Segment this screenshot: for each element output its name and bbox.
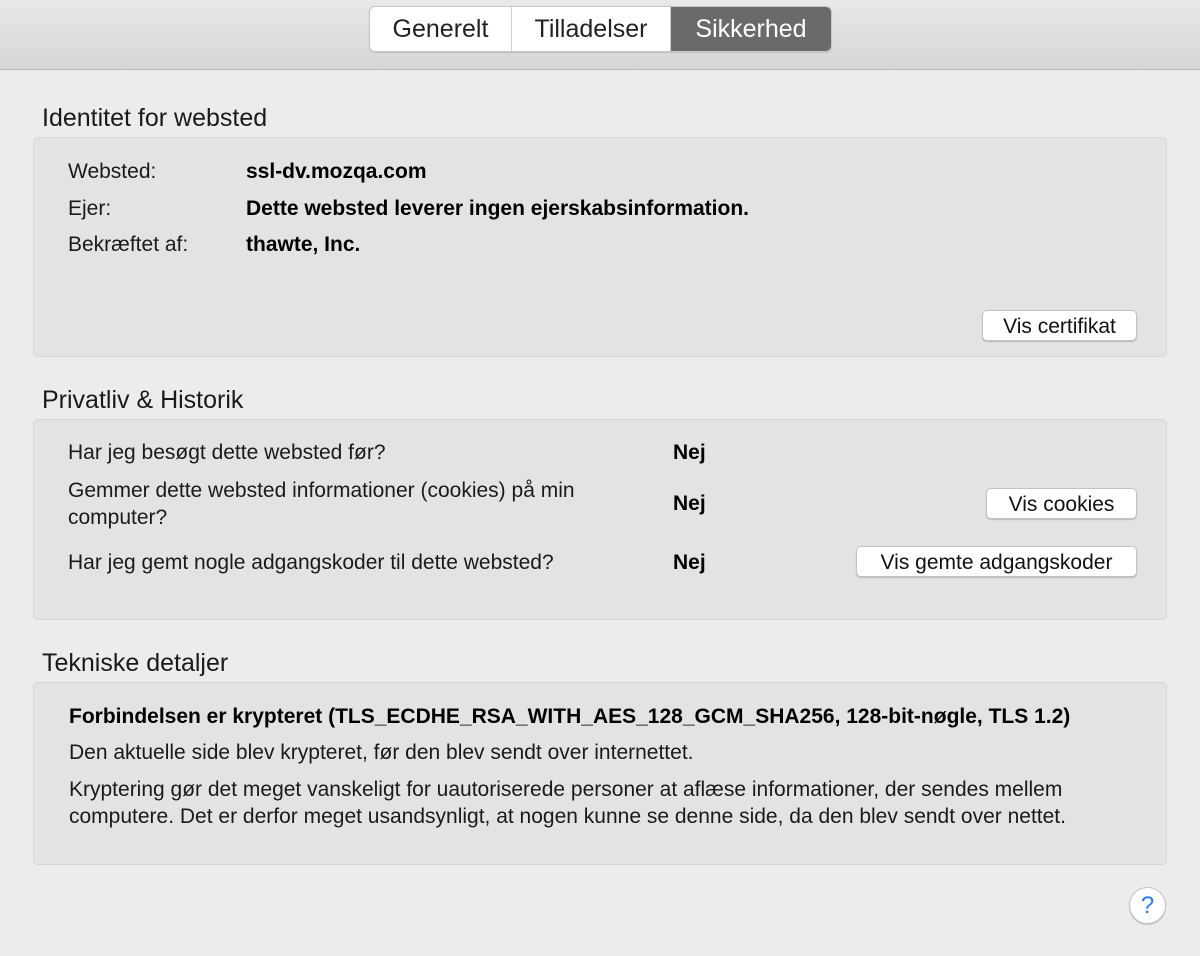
technical-section-title: Tekniske detaljer [42,649,229,677]
encryption-line-2: Kryptering gør det meget vanskeligt for … [69,778,1066,828]
tab-bar: Generelt Tilladelser Sikkerhed [369,6,832,52]
owner-label: Ejer: [68,197,112,220]
view-cookies-button[interactable]: Vis cookies [986,488,1137,519]
cookies-answer: Nej [673,492,706,515]
tab-sikkerhed[interactable]: Sikkerhed [671,7,831,51]
help-icon[interactable]: ? [1129,887,1166,924]
visited-question: Har jeg besøgt dette websted før? [68,441,386,464]
owner-value: Dette websted leverer ingen ejerskabsinf… [246,197,749,220]
passwords-answer: Nej [673,551,706,574]
website-value: ssl-dv.mozqa.com [246,160,427,183]
encryption-line-1: Den aktuelle side blev krypteret, før de… [69,741,694,764]
encryption-heading: Forbindelsen er krypteret (TLS_ECDHE_RSA… [69,705,1071,728]
tab-tilladelser[interactable]: Tilladelser [512,7,671,51]
privacy-section-title: Privatliv & Historik [42,386,244,414]
identity-panel: Websted: ssl-dv.mozqa.com Ejer: Dette we… [33,137,1167,357]
passwords-question: Har jeg gemt nogle adgangskoder til dett… [68,551,554,574]
view-saved-passwords-button[interactable]: Vis gemte adgangskoder [856,546,1137,577]
view-certificate-button[interactable]: Vis certifikat [982,310,1137,341]
website-label: Websted: [68,160,157,183]
tab-generelt[interactable]: Generelt [370,7,512,51]
visited-answer: Nej [673,441,706,464]
verified-by-value: thawte, Inc. [246,233,361,256]
privacy-panel: Har jeg besøgt dette websted før? Nej Ge… [33,419,1167,620]
toolbar: Generelt Tilladelser Sikkerhed [0,0,1200,70]
verified-by-label: Bekræftet af: [68,233,189,256]
technical-panel: Forbindelsen er krypteret (TLS_ECDHE_RSA… [33,682,1167,865]
identity-section-title: Identitet for websted [42,104,268,132]
cookies-question: Gemmer dette websted informationer (cook… [68,479,575,529]
